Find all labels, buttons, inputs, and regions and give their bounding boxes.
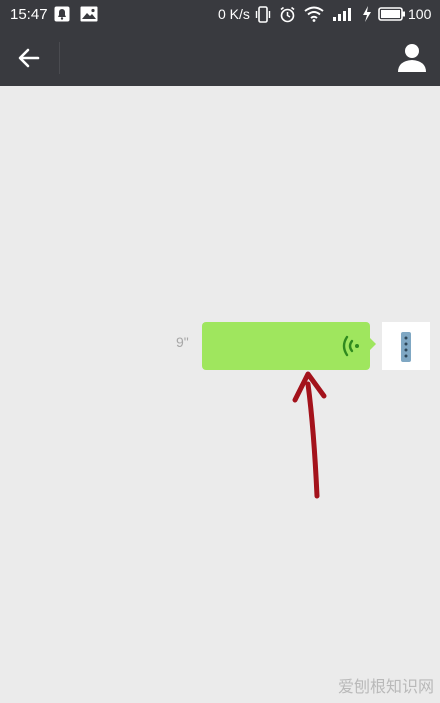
voice-wave-icon <box>342 335 359 357</box>
sender-avatar[interactable] <box>382 322 430 370</box>
voice-message-bubble[interactable] <box>202 322 376 370</box>
battery-icon <box>378 7 405 21</box>
voice-duration: 9" <box>176 334 189 350</box>
network-speed: 0 K/s <box>218 6 250 22</box>
notification-icon <box>54 6 70 22</box>
wifi-icon <box>304 6 324 22</box>
profile-icon <box>398 44 426 72</box>
back-button[interactable] <box>12 42 48 74</box>
battery-level: 100 <box>408 6 432 22</box>
red-arrow-icon <box>292 371 327 499</box>
phone-icon <box>401 332 411 362</box>
alarm-icon <box>280 6 295 23</box>
bubble-tail <box>370 338 376 350</box>
chat-info-button[interactable] <box>394 40 430 76</box>
vibrate-icon <box>255 6 271 23</box>
status-bar: 15:47 0 K/s 100 <box>0 0 440 30</box>
chat-area[interactable]: 9" 爱刨根知识网 <box>0 86 440 703</box>
chat-title-bar <box>0 30 440 86</box>
watermark: 爱刨根知识网 <box>337 677 434 696</box>
charging-icon <box>363 6 371 22</box>
title-divider <box>59 42 60 74</box>
signal-icon <box>333 8 351 21</box>
back-arrow-icon <box>18 48 40 68</box>
image-icon <box>80 6 98 22</box>
status-time: 15:47 <box>10 6 48 23</box>
